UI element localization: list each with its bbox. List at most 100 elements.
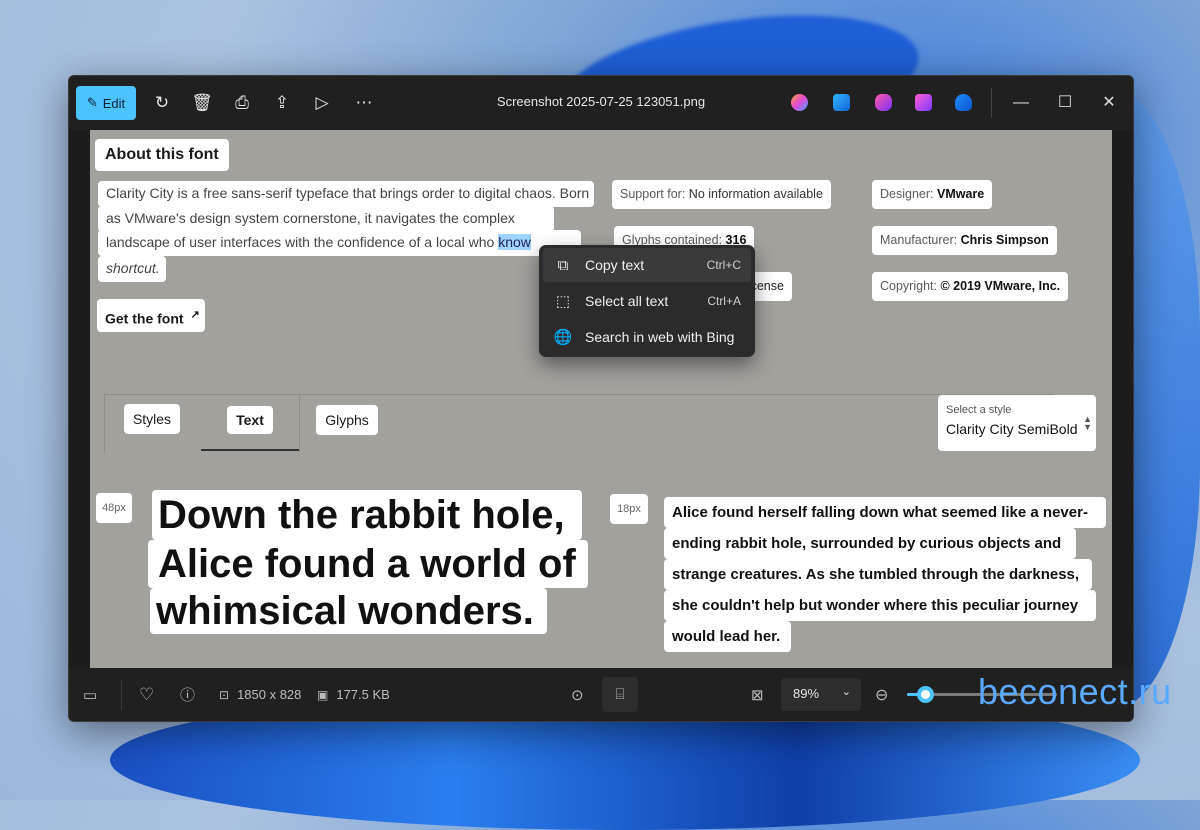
small-preview-line-2: ending rabbit hole, surrounded by curiou… — [664, 528, 1076, 559]
visual-search-button[interactable]: ⊙ — [571, 668, 584, 721]
minimize-button[interactable]: — — [1006, 90, 1036, 116]
external-link-icon: ↗ — [190, 309, 200, 321]
tab-divider — [299, 394, 300, 452]
small-preview: Alice found herself falling down what se… — [664, 497, 1106, 652]
visual-search-icon: ⊙ — [571, 686, 584, 704]
style-select-value: Clarity City SemiBold — [946, 421, 1078, 437]
description-text-1: Clarity City is a free sans-serif typefa… — [106, 185, 590, 201]
fit-window-icon: ⊠ — [751, 686, 764, 704]
photos-app-window: ✎ Edit ↻ 🗑 ⎙ ⇪ ▷ ⋯ Screenshot 2025-07-25… — [68, 75, 1134, 722]
large-preview-line-1: Down the rabbit hole, — [152, 490, 582, 540]
get-font-label: Get the font — [105, 310, 184, 327]
context-select-all-label: Select all text — [585, 293, 669, 309]
tab-strip-left-border — [104, 394, 105, 452]
image-canvas: About this font Clarity City is a free s… — [90, 130, 1112, 668]
context-search-label: Search in web with Bing — [585, 329, 735, 345]
onedrive-icon[interactable] — [955, 94, 972, 111]
support-pill: Support for: No information available — [612, 180, 831, 209]
heart-icon: ♡ — [139, 684, 155, 704]
window-title: Screenshot 2025-07-25 123051.png — [496, 94, 706, 109]
statusbar-divider — [121, 680, 122, 710]
manufacturer-label: Manufacturer: — [880, 233, 961, 247]
context-select-all[interactable]: ⬚ Select all text Ctrl+A — [543, 284, 751, 318]
context-select-all-shortcut: Ctrl+A — [707, 294, 741, 308]
designer-label: Designer: — [880, 187, 937, 201]
context-copy-text[interactable]: ⧉ Copy text Ctrl+C — [543, 248, 751, 282]
support-label: Support for: — [620, 187, 689, 201]
info-button[interactable]: ⓘ — [180, 668, 195, 721]
zoom-value: 89% — [793, 686, 820, 701]
zoom-out-button[interactable]: ⊖ — [875, 668, 888, 721]
close-button[interactable]: ✕ — [1094, 90, 1124, 116]
designer-pill: Designer: VMware — [872, 180, 993, 209]
highlighted-text[interactable]: know — [498, 234, 531, 250]
clipchamp-icon[interactable] — [875, 94, 892, 111]
select-all-icon: ⬚ — [555, 293, 571, 310]
description-text-4: shortcut. — [106, 260, 160, 276]
manufacturer-pill: Manufacturer: Chris Simpson — [872, 226, 1057, 255]
context-copy-shortcut: Ctrl+C — [706, 258, 741, 272]
text-scan-icon: ⌸ — [615, 686, 625, 703]
small-preview-line-3: strange creatures. As she tumbled throug… — [664, 559, 1092, 590]
tab-text[interactable]: Text — [227, 406, 273, 434]
clipchamp-video-icon[interactable] — [915, 94, 932, 111]
support-value: No information available — [688, 187, 823, 201]
active-tab-underline — [201, 449, 299, 451]
style-select[interactable]: Select a style Clarity City SemiBold ▲ ▼ — [938, 395, 1096, 451]
context-copy-label: Copy text — [585, 257, 645, 273]
copyright-label: Copyright: — [880, 279, 941, 293]
filmstrip-button[interactable]: ▭ — [83, 668, 97, 721]
small-size-label: 18px — [610, 494, 648, 524]
small-preview-line-5: would lead her. — [664, 621, 791, 652]
fit-to-window-button[interactable]: ⊠ — [751, 668, 764, 721]
large-size-label: 48px — [96, 493, 132, 523]
tab-styles[interactable]: Styles — [124, 404, 180, 434]
zoom-out-icon: ⊖ — [875, 686, 889, 704]
filmstrip-icon: ▭ — [83, 686, 98, 704]
dimensions-info: ⊡ 1850 x 828 — [219, 668, 301, 721]
globe-icon: 🌐 — [553, 329, 573, 346]
copy-icon: ⧉ — [557, 256, 569, 274]
minimize-icon: — — [1013, 94, 1029, 111]
description-line-1: Clarity City is a free sans-serif typefa… — [98, 181, 594, 207]
favorite-button[interactable]: ♡ — [139, 668, 154, 721]
file-size-value: 177.5 KB — [336, 687, 390, 702]
maximize-icon: ☐ — [1057, 94, 1073, 111]
file-size-info: ▣ 177.5 KB — [317, 668, 390, 721]
status-bar: ▭ ♡ ⓘ ⊡ 1850 x 828 ▣ 177.5 KB ⊙ ⌸ ⊠ 89% … — [69, 668, 1133, 721]
small-preview-line-4: she couldn't help but wonder where this … — [664, 590, 1096, 621]
updown-icon: ▲ ▼ — [1083, 414, 1092, 432]
designer-icon[interactable] — [833, 94, 850, 111]
chevron-down-icon: ⌄ — [841, 686, 851, 698]
info-icon: ⓘ — [180, 687, 196, 704]
zoom-slider-thumb[interactable] — [917, 686, 934, 703]
description-line-4: shortcut. — [98, 256, 166, 282]
context-menu: ⧉ Copy text Ctrl+C ⬚ Select all text Ctr… — [539, 245, 755, 357]
titlebar-divider — [991, 88, 992, 118]
copyright-value: © 2019 VMware, Inc. — [940, 279, 1061, 293]
description-text-3: landscape of user interfaces with the co… — [106, 234, 499, 250]
about-heading: About this font — [95, 139, 229, 171]
context-search-bing[interactable]: 🌐 Search in web with Bing — [543, 320, 751, 354]
get-font-button[interactable]: Get the font ↗ — [97, 299, 205, 332]
designer-value: VMware — [936, 187, 985, 201]
large-preview: Down the rabbit hole, Alice found a worl… — [148, 490, 588, 634]
save-disk-icon: ▣ — [317, 687, 329, 702]
tab-glyphs[interactable]: Glyphs — [316, 405, 378, 435]
style-select-caption: Select a style — [946, 404, 1012, 416]
description-line-2: as VMware's design system cornerstone, i… — [98, 206, 554, 251]
description-line-3: landscape of user interfaces with the co… — [98, 230, 581, 256]
large-preview-line-2: Alice found a world of — [148, 540, 588, 588]
manufacturer-value: Chris Simpson — [960, 233, 1049, 247]
dimensions-value: 1850 x 828 — [237, 687, 302, 702]
copyright-pill: Copyright: © 2019 VMware, Inc. — [872, 272, 1069, 301]
watermark-text: beconect.ru — [978, 671, 1172, 712]
maximize-button[interactable]: ☐ — [1050, 90, 1080, 116]
text-recognition-button[interactable]: ⌸ — [602, 677, 638, 712]
small-preview-line-1: Alice found herself falling down what se… — [664, 497, 1106, 528]
copilot-icon[interactable] — [791, 94, 808, 111]
zoom-dropdown[interactable]: 89% ⌄ — [781, 678, 861, 711]
tab-strip-top-border — [104, 394, 1054, 395]
large-preview-line-3: whimsical wonders. — [150, 588, 547, 634]
image-size-icon: ⊡ — [219, 687, 230, 702]
